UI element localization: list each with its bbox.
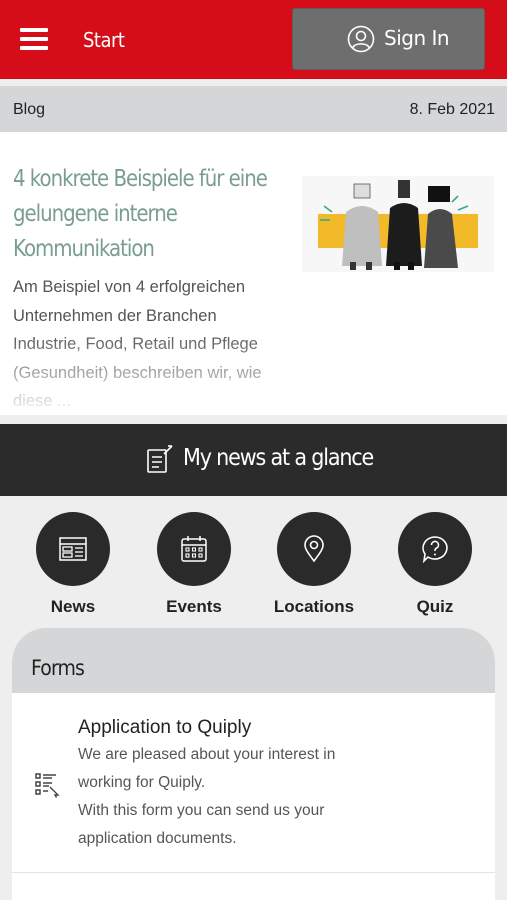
news-button[interactable] (36, 512, 110, 586)
form-list-icon (35, 773, 60, 798)
news-edit-icon (147, 445, 173, 473)
my-news-banner[interactable]: My news at a glance (0, 424, 507, 496)
user-icon (347, 25, 375, 53)
blog-date: 8. Feb 2021 (409, 101, 495, 118)
excerpt-fade (0, 332, 300, 415)
blog-article-card[interactable]: 4 konkrete Beispiele für eine gelungene … (0, 132, 507, 415)
quick-link-locations[interactable]: Locations (259, 512, 369, 617)
form-item-description-line1: We are pleased about your interest in wo… (78, 746, 336, 791)
form-divider (12, 872, 495, 873)
forms-header: Forms (12, 628, 495, 693)
hamburger-menu-icon[interactable] (20, 28, 48, 50)
events-button[interactable] (157, 512, 231, 586)
my-news-title: My news at a glance (183, 445, 374, 471)
app-header: Start Sign In (0, 0, 507, 79)
sign-in-button[interactable]: Sign In (292, 8, 485, 70)
quiz-button[interactable] (398, 512, 472, 586)
quiz-bubble-icon (422, 536, 448, 563)
quiz-label: Quiz (416, 597, 454, 616)
form-item-description: We are pleased about your interest in wo… (78, 741, 378, 853)
news-icon (59, 537, 87, 561)
article-title: 4 konkrete Beispiele für eine gelungene … (13, 166, 268, 262)
location-pin-icon (304, 535, 324, 563)
page-title: Start (83, 28, 125, 52)
forms-card: Forms Application to Quiply We are pleas… (12, 628, 495, 900)
article-image (302, 176, 494, 272)
forms-title: Forms (31, 656, 85, 680)
blog-section-header: Blog 8. Feb 2021 (0, 86, 507, 132)
form-item-title: Application to Quiply (78, 717, 252, 738)
quick-links: News Events Locations Quiz (0, 512, 507, 622)
calendar-icon (181, 536, 207, 562)
quick-link-quiz[interactable]: Quiz (380, 512, 490, 617)
locations-label: Locations (273, 597, 355, 616)
quick-link-events[interactable]: Events (139, 512, 249, 617)
quick-link-news[interactable]: News (18, 512, 128, 617)
sign-in-label: Sign In (384, 26, 450, 50)
news-label: News (50, 597, 96, 616)
locations-button[interactable] (277, 512, 351, 586)
events-label: Events (166, 597, 222, 616)
form-item-description-line2: With this form you can send us your appl… (78, 802, 325, 847)
blog-label: Blog (13, 101, 46, 118)
